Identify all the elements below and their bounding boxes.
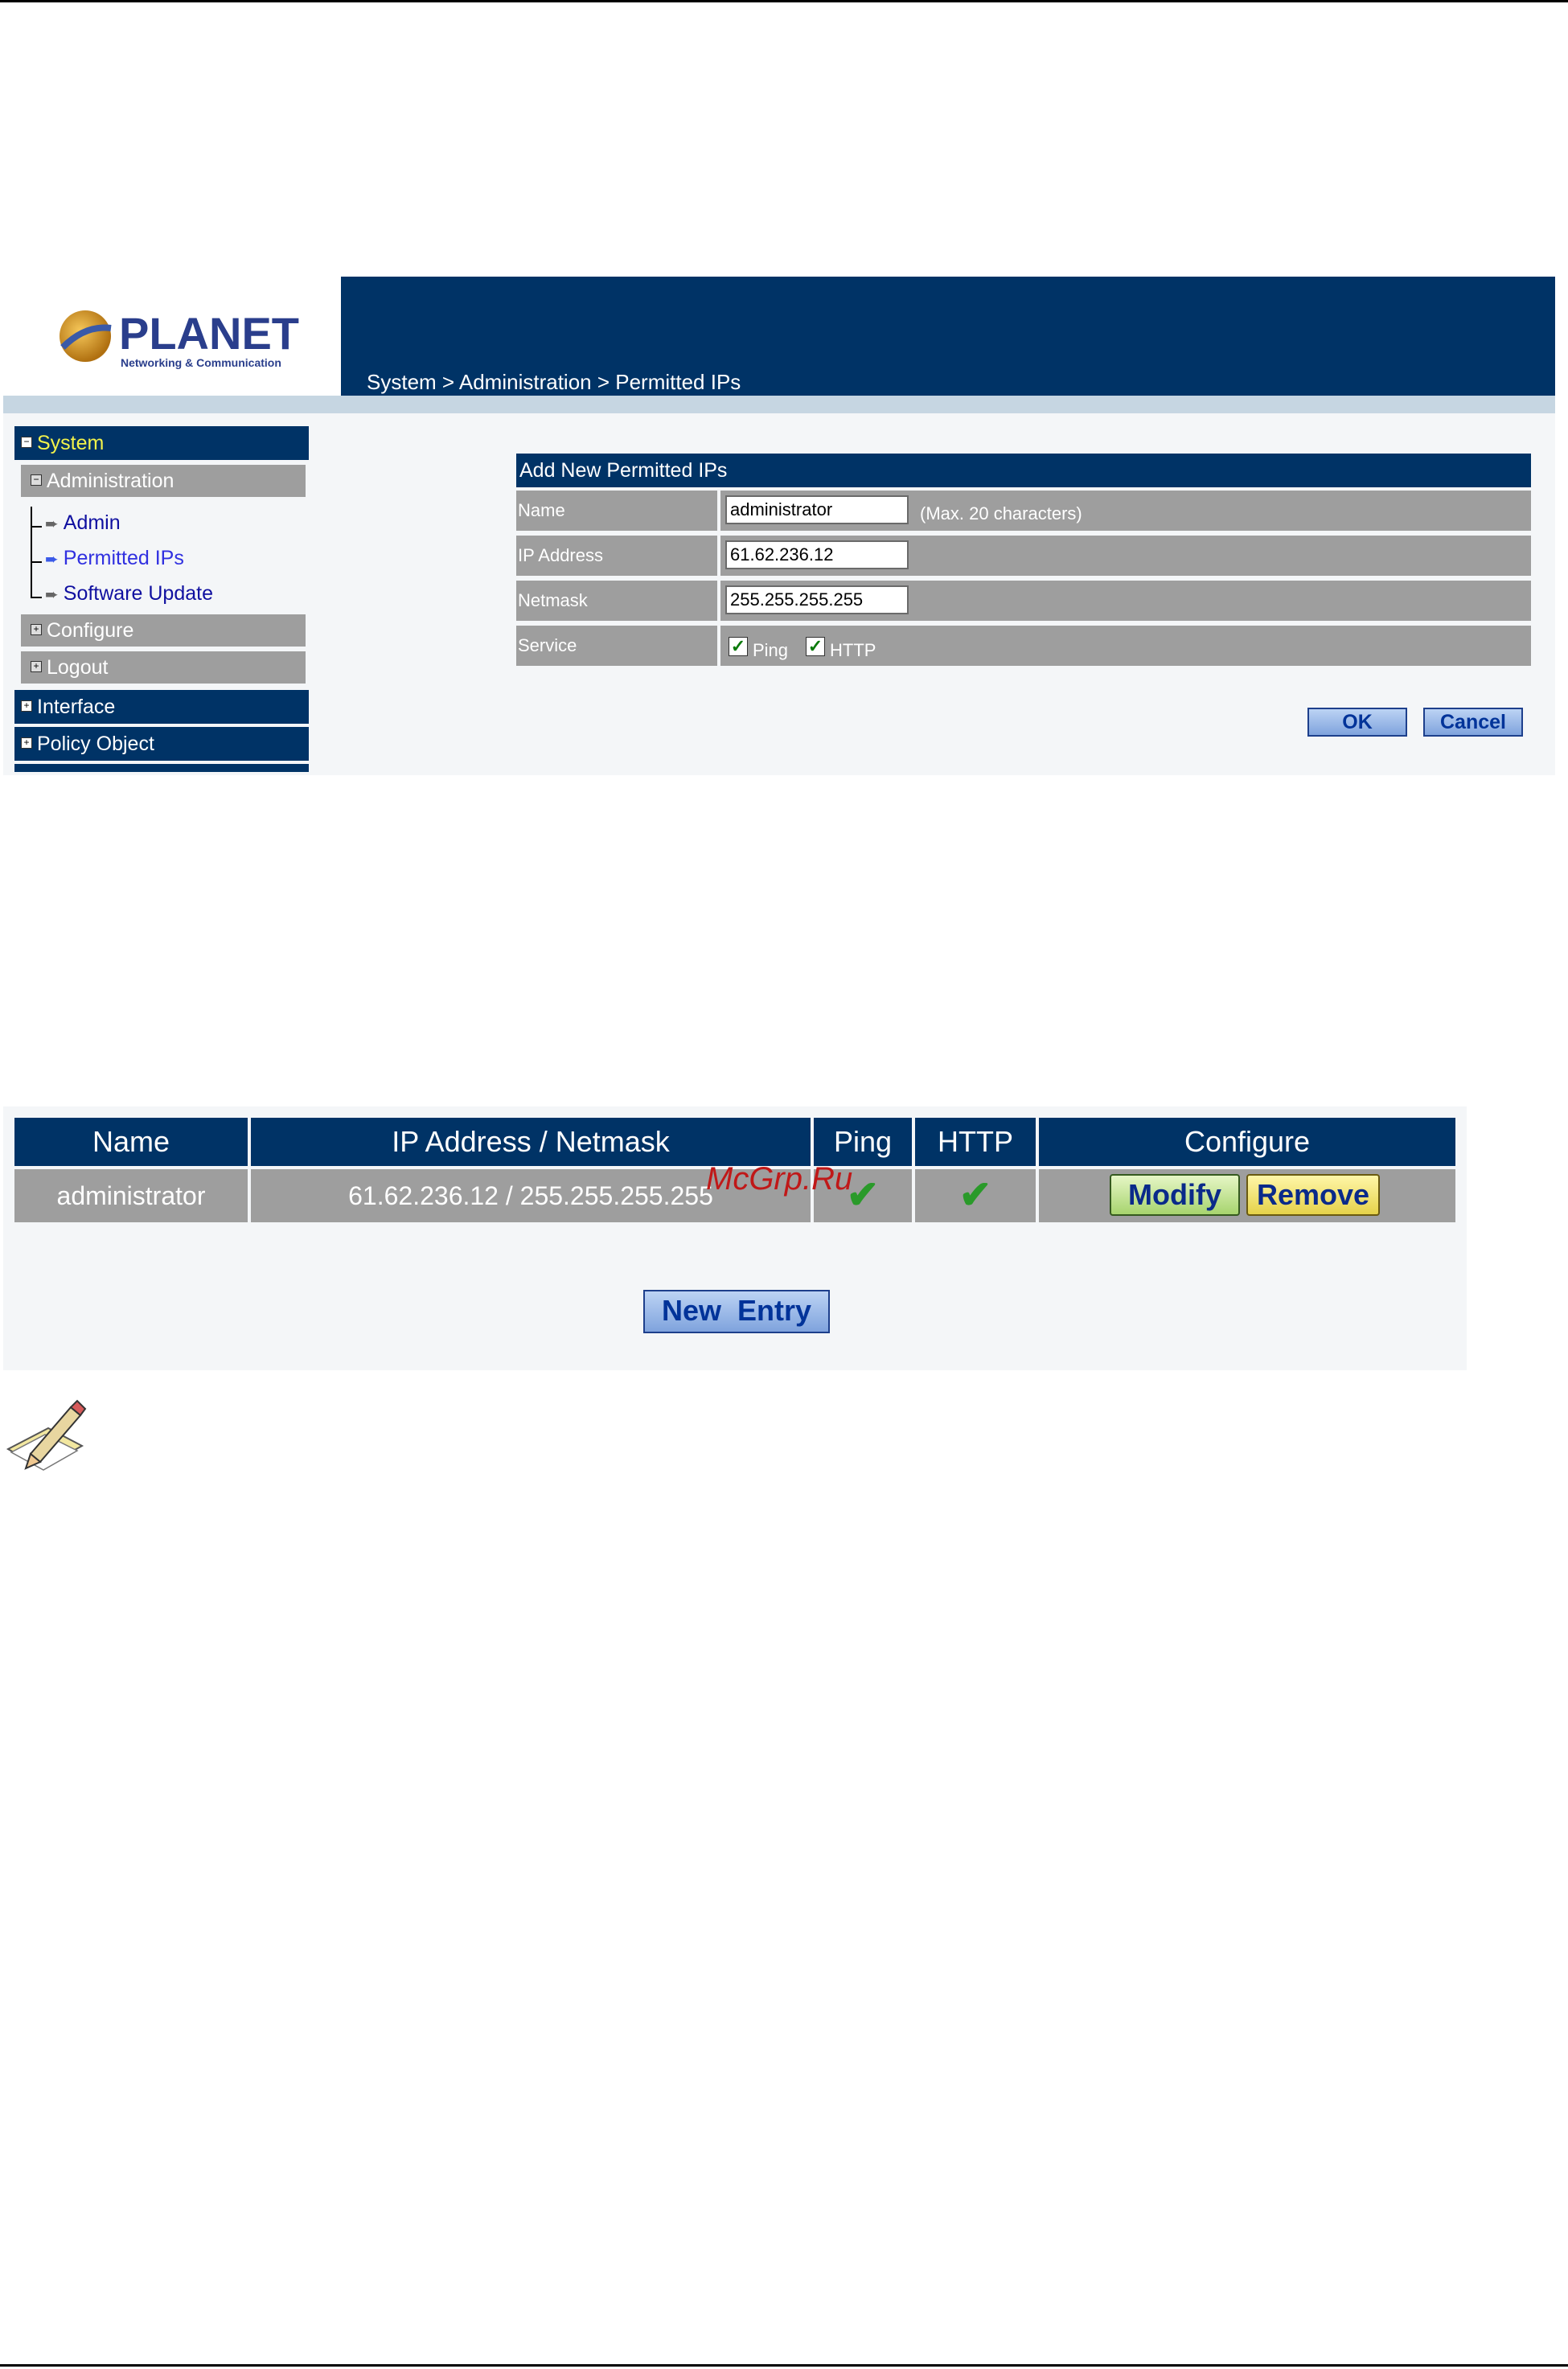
top-rule [0,0,1568,2]
sidebar-item-label: Interface [37,696,116,718]
expand-icon: + [21,737,32,749]
service-label: Service [516,626,717,666]
sidebar-item-admin[interactable]: ➨ Admin [45,511,121,535]
arrow-icon: ➨ [45,551,59,569]
netmask-row: 255.255.255.255 [720,581,1531,621]
ok-button[interactable]: OK [1307,708,1407,737]
cancel-button[interactable]: Cancel [1423,708,1523,737]
ip-address-row: 61.62.236.12 [720,536,1531,576]
expand-icon: + [31,661,42,672]
collapse-icon: − [21,437,32,448]
breadcrumb: System > Administration > Permitted IPs [367,370,741,394]
column-header-http: HTTP [915,1118,1036,1166]
name-row: administrator (Max. 20 characters) [720,491,1531,531]
http-checkbox-label: HTTP [830,640,876,660]
sidebar-item-label: Policy Object [37,733,154,755]
sidebar-item-configure[interactable]: + Configure [21,614,306,647]
column-header-configure: Configure [1039,1118,1455,1166]
arrow-icon: ➨ [45,515,59,533]
globe-icon [60,310,111,362]
sidebar-item-logout[interactable]: + Logout [21,651,306,684]
name-label: Name [516,491,717,531]
expand-icon: + [31,624,42,635]
header-strip [3,396,1555,413]
name-input[interactable]: administrator [725,495,909,524]
sidebar-item-permitted-ips[interactable]: ➨ Permitted IPs [45,547,184,570]
tree-line [31,507,32,598]
sidebar-item-label: Configure [47,619,134,642]
name-hint: (Max. 20 characters) [920,503,1082,523]
service-row: ✓ Ping ✓ HTTP [720,626,1531,666]
sidebar-item-system[interactable]: − System [14,426,309,460]
netmask-label: Netmask [516,581,717,621]
sidebar-item-software-update[interactable]: ➨ Software Update [45,582,213,606]
tree-branch [31,597,42,598]
http-check-icon: ✔ [958,1174,992,1217]
sidebar-item-label: Admin [63,511,121,534]
logo-tagline: Networking & Communication [121,356,281,369]
expand-icon: + [21,700,32,712]
ping-checkbox-label: Ping [753,640,789,660]
cell-http: ✔ [915,1169,1036,1222]
tree-branch [31,526,42,528]
cell-name: administrator [14,1169,248,1222]
remove-button[interactable]: Remove [1246,1174,1380,1216]
screenshot-add-permitted-ips: PLANET Networking & Communication System… [3,277,1555,775]
watermark: McGrp.Ru [706,1161,853,1197]
note-pencil-icon [6,1399,87,1471]
logo-area: PLANET Networking & Communication [3,277,341,396]
new-entry-button[interactable]: New Entry [643,1290,830,1333]
column-header-ip-netmask: IP Address / Netmask [251,1118,811,1166]
sidebar-item-label: Logout [47,656,109,679]
sidebar-item-label: Software Update [63,582,213,605]
sidebar-item-interface[interactable]: + Interface [14,690,309,724]
sidebar-item-label: Administration [47,470,174,492]
sidebar-continuation [14,764,309,772]
logo-text: PLANET [119,308,299,359]
modify-button[interactable]: Modify [1110,1174,1240,1216]
sidebar-item-administration[interactable]: − Administration [21,465,306,497]
column-header-ping: Ping [814,1118,912,1166]
ip-address-input[interactable]: 61.62.236.12 [725,540,909,569]
ping-checkbox[interactable]: ✓ [729,637,748,656]
arrow-icon: ➨ [45,586,59,604]
planet-logo: PLANET Networking & Communication [60,308,299,369]
bottom-rule [0,2364,1568,2367]
sidebar-item-label: System [37,432,105,454]
column-header-name: Name [14,1118,248,1166]
netmask-input[interactable]: 255.255.255.255 [725,585,909,614]
screenshot-permitted-ips-list: Name IP Address / Netmask Ping HTTP Conf… [3,1106,1467,1370]
http-checkbox[interactable]: ✓ [806,637,825,656]
ip-address-label: IP Address [516,536,717,576]
sidebar-item-label: Permitted IPs [63,547,184,569]
tree-branch [31,561,42,563]
sidebar-item-policy-object[interactable]: + Policy Object [14,727,309,761]
form-title: Add New Permitted IPs [516,454,1531,487]
collapse-icon: − [31,474,42,486]
